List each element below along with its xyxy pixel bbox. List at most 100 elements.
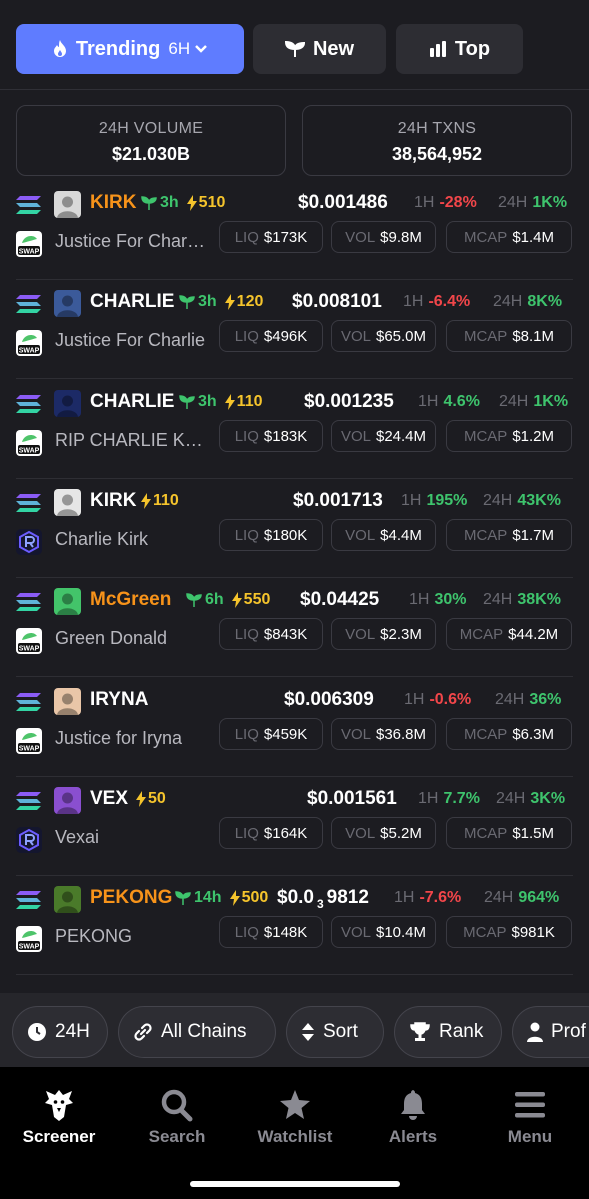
- tab-trending[interactable]: Trending 6H: [16, 24, 244, 74]
- change-value: 964%: [518, 889, 560, 906]
- token-row[interactable]: KIRK 3h 510 $0.001486 1H -28% 24H 1K% SWAP Justic…: [0, 181, 589, 280]
- token-age-value: 3h: [198, 393, 217, 410]
- filter-label: 24H: [55, 1021, 90, 1042]
- pill-value: $183K: [263, 427, 308, 445]
- token-symbol: KIRK: [90, 490, 137, 511]
- token-row[interactable]: McGreen 6h 550 $0.04425 1H 30% 24H 38K% SWAP Gree…: [0, 578, 589, 677]
- token-price-wrap: $0.001486: [298, 192, 388, 214]
- token-symbol: McGreen: [90, 589, 172, 610]
- stat-24h-txns: 24H TXNS 38,564,952: [302, 105, 572, 176]
- pill-key: MCAP: [459, 625, 504, 643]
- token-row[interactable]: IRYNA $0.006309 1H -0.6% 24H 36% SWAP Justice f…: [0, 678, 589, 777]
- user-icon: [527, 1022, 543, 1042]
- svg-text:SWAP: SWAP: [19, 348, 40, 355]
- solana-icon: [16, 196, 41, 214]
- token-age: 6h: [186, 591, 224, 609]
- change-key: 24H: [498, 194, 528, 211]
- token-name: Justice for Iryna: [55, 728, 183, 748]
- stat-pill-vol: VOL $9.8M: [331, 221, 436, 253]
- stat-pill-vol: VOL $5.2M: [331, 817, 436, 849]
- price-digits: 9812: [326, 887, 369, 908]
- nav-screener[interactable]: Screener: [0, 1087, 118, 1147]
- search-icon: [161, 1089, 193, 1122]
- stat-label: 24H VOLUME: [98, 120, 204, 137]
- token-row[interactable]: CHARLIE 3h 110 $0.001235 1H 4.6% 24H 1K% SWAP RIP…: [0, 380, 589, 479]
- stat-pill-vol: VOL $65.0M: [331, 320, 436, 352]
- token-boost: 110: [224, 393, 262, 411]
- token-age: 3h: [179, 393, 217, 411]
- pumpswap-icon: SWAP: [16, 926, 42, 952]
- pill-value: $8.1M: [512, 327, 555, 345]
- nav-search[interactable]: Search: [118, 1087, 236, 1147]
- solana-icon: [16, 593, 41, 611]
- solana-icon: [16, 295, 41, 313]
- change-key: 24H: [483, 492, 513, 509]
- change-value: 36%: [529, 691, 562, 708]
- stat-pill-liq: LIQ $459K: [219, 718, 323, 750]
- pill-key: VOL: [340, 327, 371, 345]
- token-age: 14h: [175, 889, 222, 907]
- stat-value: $21.030B: [111, 144, 191, 164]
- token-avatar: [54, 390, 81, 417]
- pill-value: $148K: [263, 923, 308, 941]
- change-value: 195%: [426, 492, 468, 509]
- filter-sort[interactable]: Sort: [286, 1006, 384, 1058]
- token-age-value: 6h: [205, 591, 224, 608]
- change-key: 1H: [403, 293, 424, 310]
- row-divider: [16, 676, 573, 677]
- pill-key: MCAP: [463, 824, 508, 842]
- stat-pill-vol: VOL $2.3M: [331, 618, 436, 650]
- change-1h: 1H 195%: [401, 492, 467, 510]
- change-value: -7.6%: [419, 889, 462, 906]
- clock-icon: [28, 1023, 46, 1041]
- bottom-nav: Screener Search Watchlist Alerts Menu: [0, 1067, 589, 1199]
- sprout-icon: [186, 593, 202, 607]
- pill-value: $173K: [263, 228, 308, 246]
- token-meta: 14h 500: [175, 889, 268, 907]
- tab-label: Top: [454, 37, 491, 60]
- change-key: 1H: [401, 492, 422, 509]
- stat-pill-liq: LIQ $843K: [219, 618, 323, 650]
- token-row[interactable]: PEKONG 14h 500 $0.0 3 9812 1H -7.6% 24H 964% SWAP P…: [0, 876, 589, 975]
- change-key: 1H: [418, 790, 439, 807]
- pill-value: $65.0M: [375, 327, 427, 345]
- tab-label: New: [312, 37, 355, 60]
- bolt-icon: [141, 493, 151, 509]
- token-row[interactable]: VEX 50 $0.001561 1H 7.7% 24H 3K% Vexai LIQ $164K V…: [0, 777, 589, 876]
- token-age-value: 14h: [194, 889, 222, 906]
- token-row[interactable]: KIRK 110 $0.001713 1H 195% 24H 43K% Charlie Kir…: [0, 479, 589, 578]
- sprout-icon: [284, 40, 305, 57]
- nav-alerts[interactable]: Alerts: [354, 1087, 472, 1147]
- filter-chains[interactable]: All Chains: [118, 1006, 276, 1058]
- tab-top[interactable]: Top: [396, 24, 523, 74]
- nav-watchlist[interactable]: Watchlist: [236, 1087, 354, 1147]
- change-key: 1H: [414, 194, 435, 211]
- change-1h: 1H -28%: [414, 194, 477, 212]
- pill-key: VOL: [340, 923, 371, 941]
- token-avatar: [54, 688, 81, 715]
- price-prefix: $0.0: [277, 887, 314, 908]
- nav-menu[interactable]: Menu: [471, 1087, 589, 1147]
- sprout-icon: [141, 196, 157, 210]
- pumpswap-icon: SWAP: [16, 330, 42, 356]
- pill-value: $36.8M: [375, 725, 427, 743]
- pill-key: LIQ: [234, 427, 259, 445]
- filter-label: All Chains: [161, 1021, 247, 1042]
- filter-timeframe[interactable]: 24H: [12, 1006, 108, 1058]
- pill-value: $9.8M: [380, 228, 422, 246]
- filter-rank[interactable]: Rank: [394, 1006, 502, 1058]
- pill-key: VOL: [345, 228, 376, 246]
- token-symbol: PEKONG: [90, 887, 173, 908]
- stat-pill-mcap: MCAP $1.5M: [446, 817, 572, 849]
- tab-new[interactable]: New: [253, 24, 386, 74]
- token-price-wrap: $0.001235: [304, 391, 394, 413]
- sort-icon: [302, 1023, 314, 1041]
- filter-profile[interactable]: Prof: [512, 1006, 589, 1058]
- token-boost-value: 510: [198, 194, 226, 211]
- change-value: -28%: [439, 194, 477, 211]
- token-row[interactable]: CHARLIE 3h 120 $0.008101 1H -6.4% 24H 8K% SWAP Ju…: [0, 280, 589, 379]
- solana-icon: [16, 891, 41, 909]
- pill-key: VOL: [345, 625, 376, 643]
- token-symbol: VEX: [90, 788, 129, 809]
- change-key: 1H: [418, 393, 439, 410]
